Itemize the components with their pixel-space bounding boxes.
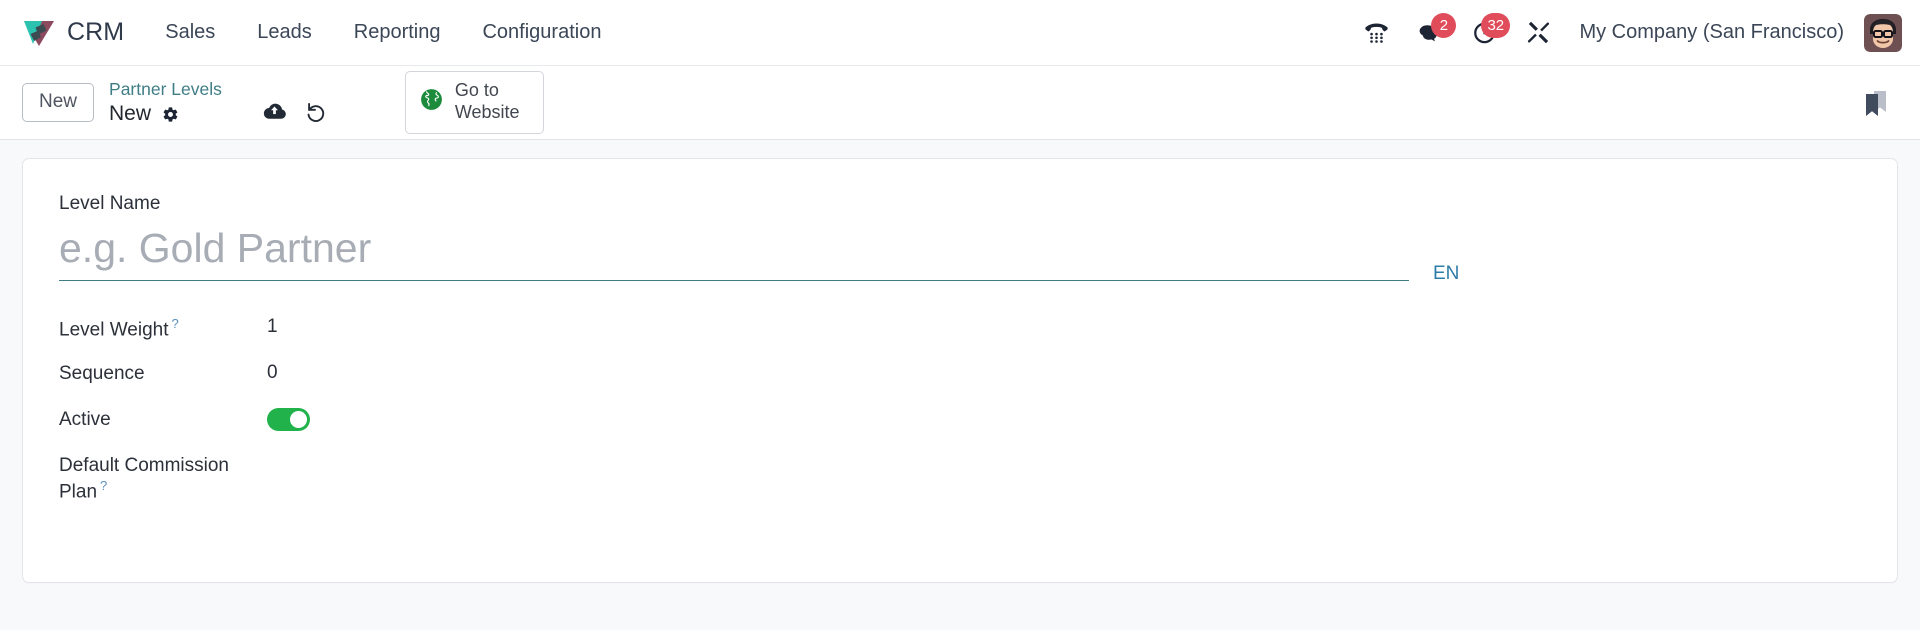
default-commission-plan-label-text: Default Commission Plan [59, 455, 229, 503]
globe-icon [419, 87, 444, 117]
breadcrumb-current-row: New [109, 102, 222, 126]
menu-item-reporting[interactable]: Reporting [333, 13, 462, 52]
row-sequence: Sequence 0 [59, 359, 1857, 405]
menu-item-configuration[interactable]: Configuration [461, 13, 622, 52]
form-field-rows: Level Weight? 1 Sequence 0 Active Defaul… [59, 313, 1857, 505]
form-view-area: Level Name EN Level Weight? 1 Sequence 0 [0, 140, 1920, 630]
level-name-row: EN [59, 225, 1857, 285]
level-name-label: Level Name [59, 193, 161, 214]
breadcrumb-parent-partner-levels[interactable]: Partner Levels [109, 79, 222, 99]
discard-undo-icon[interactable] [304, 100, 328, 124]
gear-icon[interactable] [162, 106, 179, 123]
default-commission-plan-tooltip-icon[interactable]: ? [100, 478, 107, 493]
activities-badge: 32 [1481, 12, 1511, 38]
record-action-buttons [262, 99, 328, 124]
menu-item-sales[interactable]: Sales [144, 13, 236, 52]
sequence-label-text: Sequence [59, 363, 145, 384]
bookmark-icon[interactable] [1856, 82, 1896, 124]
debug-tools-icon[interactable] [1511, 10, 1565, 56]
level-name-input[interactable] [59, 225, 1409, 282]
go-to-website-label: Go to Website [454, 80, 520, 122]
row-level-weight: Level Weight? 1 [59, 313, 1857, 359]
brand-name: CRM [67, 18, 125, 46]
control-panel-right [1856, 82, 1896, 124]
menu-item-leads[interactable]: Leads [236, 13, 333, 52]
new-record-button[interactable]: New [22, 83, 95, 122]
row-default-commission-plan: Default Commission Plan? [59, 451, 1857, 505]
active-label: Active [59, 405, 267, 432]
systray: 2 32 My Company (San Francisco) [1349, 10, 1902, 56]
company-switcher[interactable]: My Company (San Francisco) [1565, 13, 1858, 52]
breadcrumb-current-record: New [109, 101, 152, 125]
level-weight-label-text: Level Weight [59, 319, 169, 341]
level-name-input-wrap [59, 225, 1409, 282]
active-toggle[interactable] [267, 408, 310, 431]
messages-icon[interactable]: 2 [1403, 10, 1457, 56]
active-toggle-knob [290, 411, 307, 428]
odoo-crm-logo-icon [22, 18, 56, 48]
level-weight-tooltip-icon[interactable]: ? [172, 316, 179, 331]
messages-badge: 2 [1431, 12, 1457, 38]
app-brand-home[interactable]: CRM [22, 18, 124, 48]
control-panel: New Partner Levels New Go to Website [0, 66, 1920, 140]
top-navbar: CRM Sales Leads Reporting Configuration … [0, 0, 1920, 66]
form-sheet: Level Name EN Level Weight? 1 Sequence 0 [22, 158, 1898, 583]
save-cloud-icon[interactable] [262, 99, 287, 124]
language-badge-en[interactable]: EN [1433, 263, 1459, 285]
active-label-text: Active [59, 409, 111, 430]
avatar[interactable] [1864, 13, 1902, 52]
level-weight-value[interactable]: 1 [267, 313, 278, 338]
default-commission-plan-label: Default Commission Plan? [59, 451, 267, 505]
breadcrumb: Partner Levels New [109, 79, 222, 126]
level-weight-label: Level Weight? [59, 313, 267, 343]
sequence-value[interactable]: 0 [267, 359, 278, 384]
row-active: Active [59, 405, 1857, 451]
sequence-label: Sequence [59, 359, 267, 386]
main-menu: Sales Leads Reporting Configuration [144, 13, 622, 52]
voip-dialpad-icon[interactable] [1349, 10, 1403, 56]
activities-clock-icon[interactable]: 32 [1457, 10, 1511, 56]
go-to-website-button[interactable]: Go to Website [404, 71, 544, 134]
